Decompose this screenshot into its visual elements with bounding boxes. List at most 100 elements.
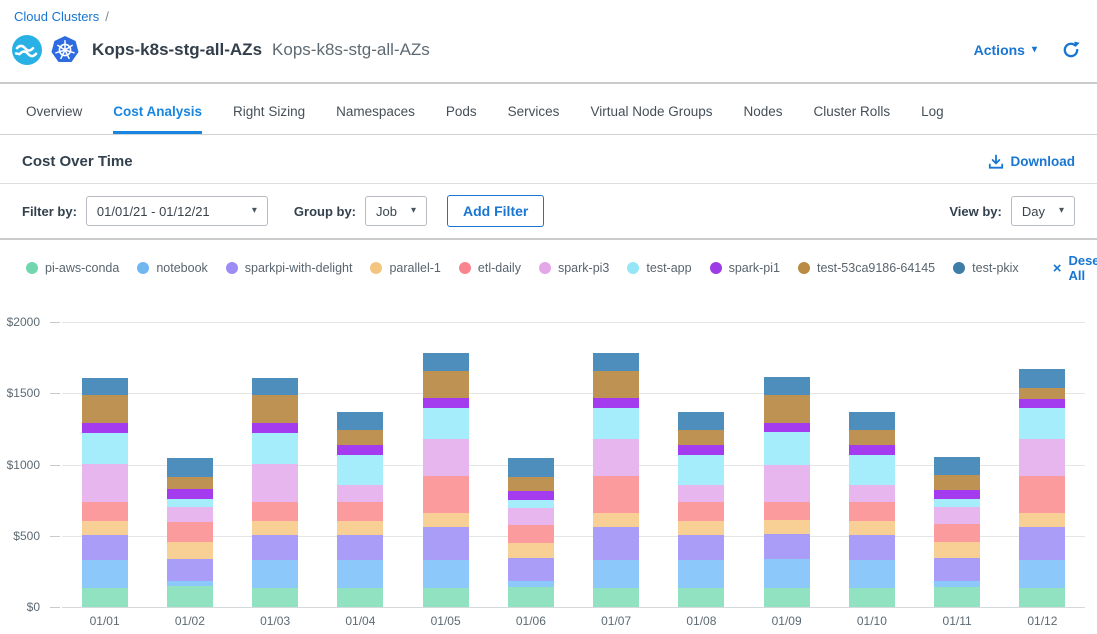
bar-segment-test-pkix[interactable]: [82, 378, 128, 396]
bar-segment-test-pkix[interactable]: [167, 458, 213, 477]
bar-segment-test-app[interactable]: [764, 432, 810, 465]
bar-segment-pi-aws-conda[interactable]: [1019, 588, 1065, 607]
bar-segment-pi-aws-conda[interactable]: [508, 587, 554, 607]
bar-segment-etl-daily[interactable]: [167, 522, 213, 542]
bar-segment-test-53ca9186-64145[interactable]: [934, 475, 980, 489]
bar-segment-pi-aws-conda[interactable]: [423, 588, 469, 607]
bar-segment-spark-pi3[interactable]: [1019, 439, 1065, 476]
bar-segment-notebook[interactable]: [764, 559, 810, 588]
stacked-bar-01-08[interactable]: [678, 322, 724, 607]
bar-segment-etl-daily[interactable]: [678, 502, 724, 521]
bar-segment-test-app[interactable]: [849, 455, 895, 485]
legend-item-spark-pi3[interactable]: spark-pi3: [539, 261, 609, 275]
stacked-bar-01-01[interactable]: [82, 322, 128, 607]
legend-item-etl-daily[interactable]: etl-daily: [459, 261, 521, 275]
tab-namespaces[interactable]: Namespaces: [336, 104, 415, 134]
bar-segment-parallel-1[interactable]: [1019, 513, 1065, 527]
bar-segment-test-53ca9186-64145[interactable]: [167, 477, 213, 489]
bar-segment-sparkpi-with-delight[interactable]: [337, 535, 383, 560]
bar-segment-etl-daily[interactable]: [764, 502, 810, 520]
refresh-icon[interactable]: [1061, 40, 1081, 60]
bar-segment-pi-aws-conda[interactable]: [593, 588, 639, 607]
bar-segment-etl-daily[interactable]: [593, 476, 639, 513]
bar-segment-parallel-1[interactable]: [934, 542, 980, 558]
bar-segment-sparkpi-with-delight[interactable]: [934, 558, 980, 581]
bar-segment-spark-pi3[interactable]: [934, 507, 980, 523]
bar-segment-test-app[interactable]: [593, 408, 639, 439]
legend-item-pi-aws-conda[interactable]: pi-aws-conda: [26, 261, 119, 275]
bar-segment-sparkpi-with-delight[interactable]: [423, 527, 469, 560]
bar-segment-sparkpi-with-delight[interactable]: [593, 527, 639, 560]
bar-segment-spark-pi1[interactable]: [849, 445, 895, 456]
add-filter-button[interactable]: Add Filter: [447, 195, 544, 227]
bar-segment-test-app[interactable]: [1019, 408, 1065, 439]
bar-segment-test-53ca9186-64145[interactable]: [423, 371, 469, 398]
bar-segment-test-app[interactable]: [337, 455, 383, 485]
bar-segment-parallel-1[interactable]: [764, 520, 810, 534]
bar-segment-notebook[interactable]: [849, 560, 895, 588]
bar-segment-spark-pi3[interactable]: [849, 485, 895, 502]
legend-item-parallel-1[interactable]: parallel-1: [370, 261, 440, 275]
bar-segment-spark-pi3[interactable]: [82, 464, 128, 502]
stacked-bar-01-09[interactable]: [764, 322, 810, 607]
bar-segment-test-53ca9186-64145[interactable]: [678, 430, 724, 444]
bar-segment-test-53ca9186-64145[interactable]: [593, 371, 639, 398]
bar-segment-test-app[interactable]: [678, 455, 724, 485]
bar-segment-test-pkix[interactable]: [849, 412, 895, 431]
bar-segment-etl-daily[interactable]: [934, 524, 980, 543]
stacked-bar-01-06[interactable]: [508, 322, 554, 607]
bar-segment-test-pkix[interactable]: [423, 353, 469, 372]
bar-segment-spark-pi3[interactable]: [167, 507, 213, 522]
bar-segment-test-pkix[interactable]: [1019, 369, 1065, 388]
bar-segment-spark-pi1[interactable]: [593, 398, 639, 408]
bar-segment-spark-pi1[interactable]: [82, 423, 128, 434]
tab-pods[interactable]: Pods: [446, 104, 477, 134]
bar-segment-notebook[interactable]: [252, 560, 298, 588]
bar-segment-spark-pi3[interactable]: [764, 465, 810, 502]
bar-segment-parallel-1[interactable]: [423, 513, 469, 527]
bar-segment-notebook[interactable]: [82, 560, 128, 588]
bar-segment-etl-daily[interactable]: [508, 525, 554, 543]
bar-segment-spark-pi1[interactable]: [508, 491, 554, 500]
stacked-bar-01-03[interactable]: [252, 322, 298, 607]
bar-segment-sparkpi-with-delight[interactable]: [849, 535, 895, 560]
bar-segment-test-app[interactable]: [167, 499, 213, 507]
bar-segment-notebook[interactable]: [423, 560, 469, 588]
bar-segment-sparkpi-with-delight[interactable]: [764, 534, 810, 560]
bar-segment-test-app[interactable]: [252, 433, 298, 464]
bar-segment-spark-pi3[interactable]: [593, 439, 639, 476]
bar-segment-test-53ca9186-64145[interactable]: [849, 430, 895, 444]
stacked-bar-01-11[interactable]: [934, 322, 980, 607]
bar-segment-parallel-1[interactable]: [252, 521, 298, 535]
stacked-bar-01-12[interactable]: [1019, 322, 1065, 607]
bar-segment-parallel-1[interactable]: [508, 543, 554, 558]
bar-segment-spark-pi3[interactable]: [337, 485, 383, 502]
bar-segment-parallel-1[interactable]: [849, 521, 895, 535]
breadcrumb-cloud-clusters-link[interactable]: Cloud Clusters: [14, 9, 99, 24]
bar-segment-pi-aws-conda[interactable]: [934, 587, 980, 607]
tab-right-sizing[interactable]: Right Sizing: [233, 104, 305, 134]
bar-segment-etl-daily[interactable]: [82, 502, 128, 521]
legend-item-spark-pi1[interactable]: spark-pi1: [710, 261, 780, 275]
bar-segment-test-app[interactable]: [82, 433, 128, 464]
download-button[interactable]: Download: [988, 154, 1076, 170]
bar-segment-test-pkix[interactable]: [934, 457, 980, 476]
actions-button[interactable]: Actions ▾: [974, 42, 1037, 58]
bar-segment-spark-pi1[interactable]: [167, 489, 213, 500]
bar-segment-spark-pi1[interactable]: [678, 445, 724, 456]
bar-segment-spark-pi1[interactable]: [1019, 399, 1065, 408]
bar-segment-test-pkix[interactable]: [508, 458, 554, 477]
bar-segment-notebook[interactable]: [593, 560, 639, 588]
bar-segment-sparkpi-with-delight[interactable]: [1019, 527, 1065, 560]
bar-segment-parallel-1[interactable]: [82, 521, 128, 535]
legend-item-test-53ca9186-64145[interactable]: test-53ca9186-64145: [798, 261, 935, 275]
bar-segment-spark-pi1[interactable]: [252, 423, 298, 434]
stacked-bar-01-02[interactable]: [167, 322, 213, 607]
bar-segment-spark-pi1[interactable]: [934, 490, 980, 500]
bar-segment-sparkpi-with-delight[interactable]: [508, 558, 554, 581]
bar-segment-parallel-1[interactable]: [593, 513, 639, 527]
bar-segment-spark-pi3[interactable]: [423, 439, 469, 476]
bar-segment-notebook[interactable]: [678, 560, 724, 588]
legend-item-sparkpi-with-delight[interactable]: sparkpi-with-delight: [226, 261, 353, 275]
bar-segment-test-pkix[interactable]: [252, 378, 298, 396]
